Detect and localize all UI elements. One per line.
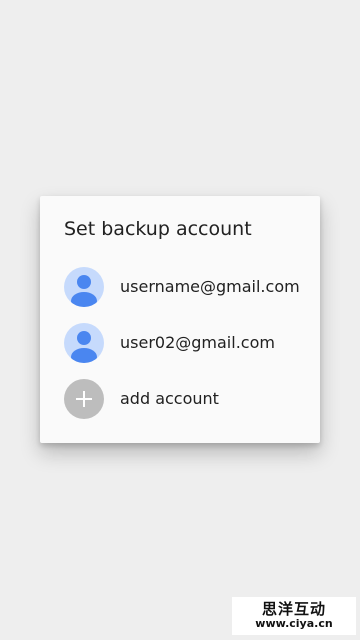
account-row-user02[interactable]: user02@gmail.com	[40, 315, 320, 371]
account-email: username@gmail.com	[120, 277, 300, 296]
account-email: user02@gmail.com	[120, 333, 275, 352]
dialog-title: Set backup account	[64, 218, 252, 240]
watermark-url: www.ciya.cn	[255, 617, 333, 630]
add-icon	[64, 379, 104, 419]
watermark-name: 思洋互动	[261, 600, 326, 618]
account-avatar-icon	[64, 323, 104, 363]
account-row-username[interactable]: username@gmail.com	[40, 259, 320, 315]
account-avatar-icon	[64, 267, 104, 307]
add-account-row[interactable]: add account	[40, 371, 320, 427]
backup-account-dialog: Set backup account username@gmail.com us…	[40, 196, 320, 443]
watermark: 思洋互动 www.ciya.cn	[232, 597, 356, 635]
screen: Set backup account username@gmail.com us…	[0, 0, 360, 640]
add-account-label: add account	[120, 389, 219, 408]
